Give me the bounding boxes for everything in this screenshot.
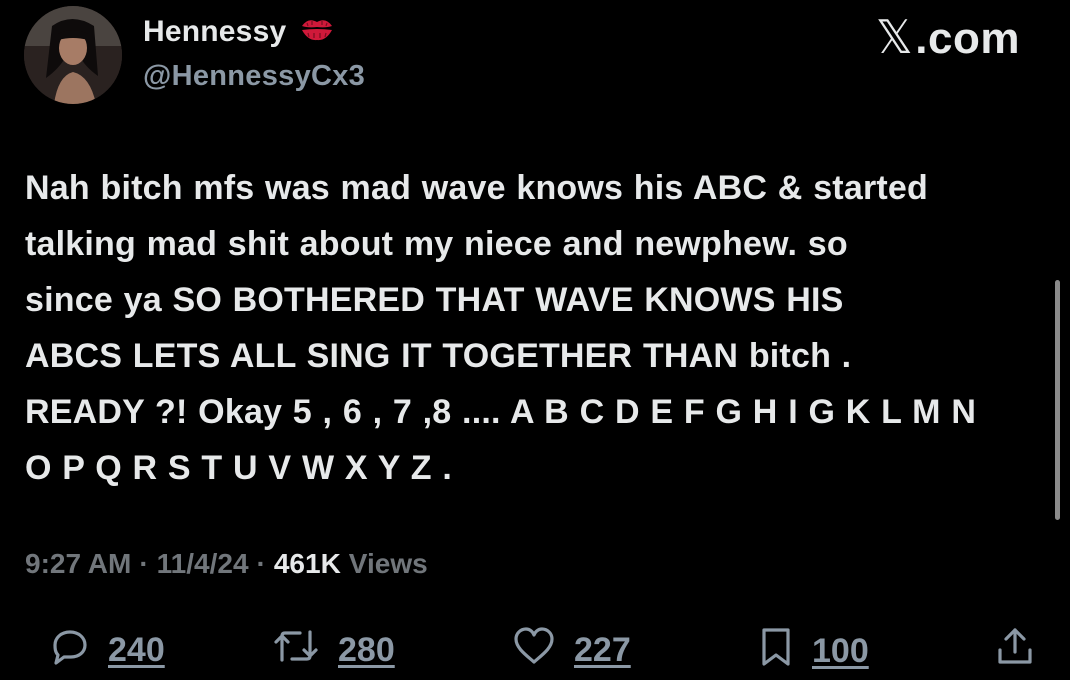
tweet-card: Hennessy @HennessyCx3 𝕏 .com Nah bitch mf…: [0, 0, 1070, 679]
share-button[interactable]: [995, 626, 1035, 677]
action-bar: 240 280 227 100: [0, 620, 1070, 680]
display-name-row: Hennessy: [143, 14, 336, 49]
x-com-brand: 𝕏 .com: [876, 10, 1020, 64]
bookmark-icon: [758, 626, 794, 677]
meta-separator: ·: [139, 548, 149, 579]
kiss-mark-icon: [298, 14, 336, 49]
tweet-time[interactable]: 9:27 AM: [25, 548, 131, 580]
user-handle[interactable]: @HennessyCx3: [143, 60, 365, 93]
share-icon: [995, 626, 1035, 677]
bookmark-button[interactable]: 100: [758, 626, 869, 677]
brand-suffix: .com: [915, 14, 1020, 63]
bookmark-count: 100: [812, 632, 869, 670]
repost-count: 280: [338, 631, 395, 669]
meta-separator: ·: [256, 548, 266, 579]
heart-icon: [512, 626, 556, 675]
reply-button[interactable]: 240: [50, 626, 165, 675]
avatar-photo: [24, 6, 122, 104]
x-logo-icon: 𝕏: [875, 11, 914, 63]
avatar[interactable]: [24, 6, 122, 104]
views-label: Views: [348, 548, 428, 579]
reply-count: 240: [108, 631, 165, 669]
tweet-text: Nah bitch mfs was mad wave knows his ABC…: [25, 169, 977, 487]
tweet-meta: 9:27 AM · 11/4/24 · 461K Views: [25, 548, 428, 580]
like-count: 227: [574, 631, 631, 669]
tweet-date[interactable]: 11/4/24: [157, 548, 249, 580]
scrollbar-thumb[interactable]: [1055, 280, 1060, 520]
display-name[interactable]: Hennessy: [143, 15, 286, 49]
repost-icon: [272, 626, 320, 675]
repost-button[interactable]: 280: [272, 626, 395, 675]
like-button[interactable]: 227: [512, 626, 631, 675]
views-count: 461K: [273, 548, 341, 579]
reply-icon: [50, 626, 90, 675]
